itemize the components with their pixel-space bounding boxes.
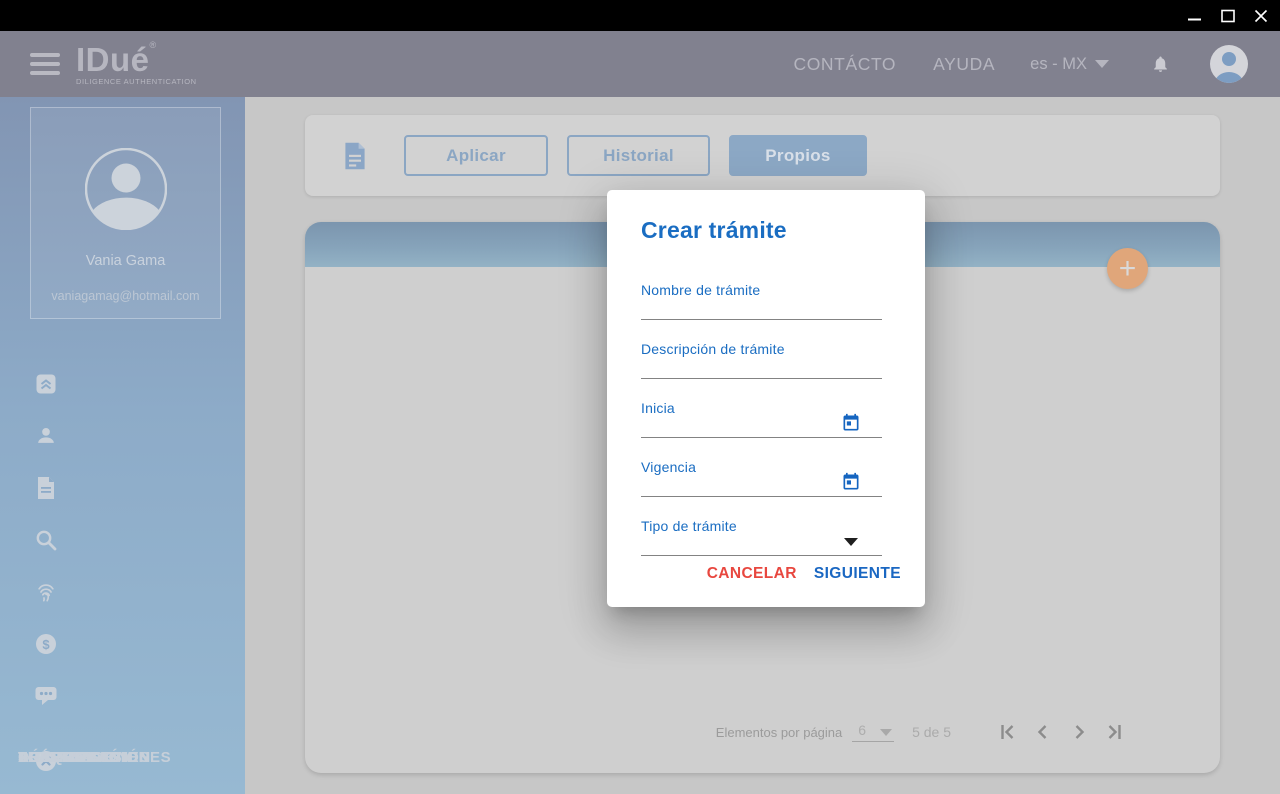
dollar-icon: $	[34, 633, 58, 655]
profile-avatar[interactable]	[1210, 45, 1248, 83]
pagination-nav	[995, 720, 1127, 744]
minimize-icon[interactable]	[1187, 8, 1202, 23]
calendar-icon[interactable]	[841, 472, 861, 492]
field-descripcion-de-tramite: Descripción de trámite	[641, 320, 882, 379]
field-inicia: Inicia	[641, 379, 882, 438]
header-nav: CONTÁCTO AYUDA es - MX	[793, 45, 1280, 83]
chevron-down-icon	[1095, 60, 1109, 68]
descripcion-de-tramite-input[interactable]	[641, 356, 882, 378]
calendar-icon[interactable]	[841, 413, 861, 433]
chevron-down-icon	[880, 729, 892, 736]
nombre-de-tramite-input[interactable]	[641, 297, 882, 319]
os-titlebar	[0, 0, 1280, 31]
window-controls	[1187, 0, 1268, 31]
sidebar-item-suscripciones[interactable]: $ SUSCRIPCIONES	[0, 618, 245, 670]
sidebar: Vania Gama vaniagamag@hotmail.com PLANES…	[0, 97, 245, 794]
field-tipo-de-tramite: Tipo de trámite	[641, 497, 882, 556]
add-tramite-button[interactable]: +	[1107, 248, 1148, 289]
person-icon	[34, 425, 58, 447]
app-logo[interactable]: IDué® DILIGENCE AUTHENTICATION	[76, 43, 197, 86]
fingerprint-icon	[34, 581, 58, 603]
app-header: IDué® DILIGENCE AUTHENTICATION CONTÁCTO …	[0, 31, 1280, 97]
page-range-label: 5 de 5	[912, 724, 951, 740]
tab-historial[interactable]: Historial	[567, 135, 710, 176]
siguiente-button[interactable]: SIGUIENTE	[814, 565, 901, 583]
close-icon[interactable]	[1253, 8, 1268, 23]
document-icon	[343, 142, 367, 170]
sidebar-item-planes[interactable]: PLANES	[0, 358, 245, 410]
sidebar-item-tramites[interactable]: TRÁMITES	[0, 462, 245, 514]
registered-mark: ®	[150, 40, 157, 50]
field-vigencia: Vigencia	[641, 438, 882, 497]
dialog-title: Crear trámite	[641, 217, 891, 244]
sidebar-menu: PLANES INFORMACIÓN TRÁMITES BÚSQUEDAS AU…	[0, 358, 245, 787]
field-label: Nombre de trámite	[641, 282, 760, 298]
last-page-icon[interactable]	[1103, 720, 1127, 744]
dialog-fields: Nombre de trámite Descripción de trámite…	[641, 261, 891, 556]
items-per-page-select[interactable]: 6	[852, 722, 894, 742]
user-profile-card: Vania Gama vaniagamag@hotmail.com	[30, 107, 221, 319]
field-label: Tipo de trámite	[641, 518, 737, 534]
first-page-icon[interactable]	[995, 720, 1019, 744]
field-label: Descripción de trámite	[641, 341, 785, 357]
document-icon	[34, 477, 58, 499]
field-label: Vigencia	[641, 459, 696, 475]
maximize-icon[interactable]	[1220, 8, 1235, 23]
chevron-left-icon[interactable]	[1031, 720, 1055, 744]
dialog-actions: CANCELAR SIGUIENTE	[707, 565, 901, 583]
user-name: Vania Gama	[31, 253, 220, 269]
crear-tramite-dialog: Crear trámite Nombre de trámite Descripc…	[607, 190, 925, 607]
user-email: vaniagamag@hotmail.com	[31, 289, 220, 303]
user-avatar-icon	[31, 148, 220, 235]
field-label: Inicia	[641, 400, 675, 416]
pagination-bar: Elementos por página 6 5 de 5	[305, 717, 1220, 747]
tab-propios[interactable]: Propios	[729, 135, 867, 176]
plans-icon	[34, 373, 58, 395]
chevron-right-icon[interactable]	[1067, 720, 1091, 744]
logo-tagline: DILIGENCE AUTHENTICATION	[76, 78, 197, 86]
search-icon	[34, 529, 58, 551]
sidebar-item-cerrar-sesion[interactable]: CERRAR SESIÓN	[0, 735, 245, 787]
dropdown-caret-icon[interactable]	[844, 538, 858, 546]
language-value: es - MX	[1030, 55, 1087, 74]
items-per-page-value: 6	[858, 722, 866, 738]
sidebar-item-autenticaciones[interactable]: AUTENTICACIONES	[0, 566, 245, 618]
nav-contacto[interactable]: CONTÁCTO	[793, 54, 896, 75]
sidebar-item-acerca-de[interactable]: ACERCA DE	[0, 670, 245, 722]
menu-icon[interactable]	[30, 53, 60, 75]
tab-group: Aplicar Historial Propios	[404, 135, 867, 176]
sidebar-item-informacion[interactable]: INFORMACIÓN	[0, 410, 245, 462]
svg-text:$: $	[42, 637, 50, 652]
sidebar-item-busquedas[interactable]: BÚSQUEDAS	[0, 514, 245, 566]
tab-aplicar[interactable]: Aplicar	[404, 135, 548, 176]
logo-text: IDué	[76, 41, 150, 78]
cancelar-button[interactable]: CANCELAR	[707, 565, 797, 583]
sidebar-item-label: CERRAR SESIÓN	[18, 749, 151, 766]
nav-ayuda[interactable]: AYUDA	[933, 54, 995, 75]
items-per-page-label: Elementos por página	[716, 725, 842, 740]
bell-icon[interactable]	[1151, 53, 1170, 75]
language-selector[interactable]: es - MX	[1030, 55, 1109, 74]
tabs-bar: Aplicar Historial Propios	[305, 115, 1220, 196]
field-nombre-de-tramite: Nombre de trámite	[641, 261, 882, 320]
chat-icon	[34, 686, 58, 706]
